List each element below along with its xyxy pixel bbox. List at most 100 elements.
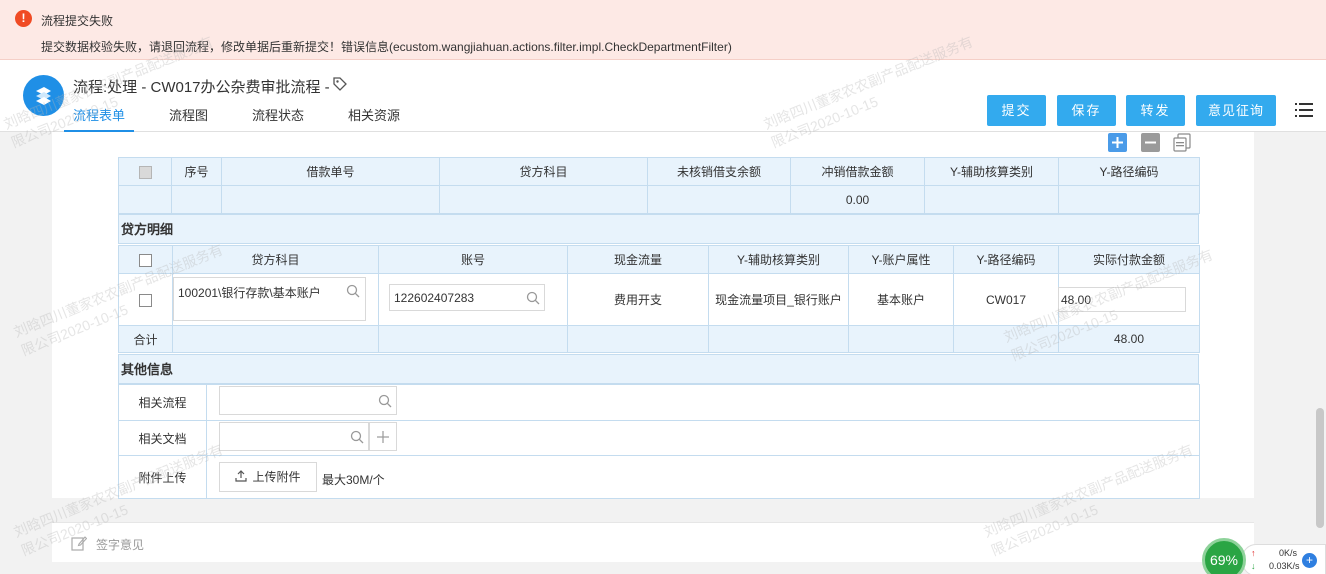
total-label: 合计 (118, 325, 173, 353)
network-monitor[interactable]: ↑ 0K/s ↓ 0.03K/s 69% + (1202, 538, 1326, 574)
download-speed: 0.03K/s (1269, 561, 1300, 571)
add-row-icon[interactable] (1108, 133, 1127, 152)
table-header: 序号 借款单号 贷方科目 未核销借支余额 冲销借款金额 Y-辅助核算类别 Y-路… (118, 157, 1200, 186)
tab-bar: 流程表单 流程图 流程状态 相关资源 (64, 106, 435, 132)
column-header: 贷方科目 (172, 245, 379, 274)
column-header: Y-账户属性 (848, 245, 954, 274)
table-header: 贷方科目 账号 现金流量 Y-辅助核算类别 Y-账户属性 Y-路径编码 实际付款… (118, 245, 1200, 274)
copy-row-icon[interactable] (1173, 133, 1192, 152)
table-row: 0.00 (118, 185, 1200, 214)
column-header: Y-路径编码 (1058, 157, 1200, 186)
search-icon[interactable] (378, 394, 392, 408)
loan-table: 序号 借款单号 贷方科目 未核销借支余额 冲销借款金额 Y-辅助核算类别 Y-路… (118, 157, 1200, 214)
table-cell (848, 325, 954, 353)
column-header: 冲销借款金额 (790, 157, 925, 186)
select-all-checkbox[interactable] (139, 253, 152, 267)
table-cell (647, 185, 791, 214)
max-size-note: 最大30M/个 (322, 473, 385, 487)
page-title: 流程:处理 - CW017办公杂费审批流程 - (73, 79, 330, 96)
column-header: 贷方科目 (439, 157, 648, 186)
logo-icon (36, 87, 51, 105)
subject-input[interactable]: 100201\银行存款\基本账户 (173, 277, 366, 321)
column-header: 现金流量 (567, 245, 709, 274)
related-doc-input[interactable] (219, 422, 369, 451)
row-select-cell (118, 273, 173, 326)
tab-flowchart[interactable]: 流程图 (160, 106, 217, 132)
attachment-label: 附件上传 (118, 455, 207, 499)
column-header: 未核销借支余额 (647, 157, 791, 186)
upload-label: 上传附件 (252, 470, 301, 484)
tab-resources[interactable]: 相关资源 (339, 106, 409, 132)
scrollbar-thumb[interactable] (1316, 408, 1324, 528)
related-doc-label: 相关文档 (118, 420, 207, 456)
column-header: Y-辅助核算类别 (924, 157, 1059, 186)
column-header: 借款单号 (221, 157, 440, 186)
column-header: 账号 (378, 245, 568, 274)
total-row: 合计 48.00 (118, 325, 1200, 353)
edit-icon (71, 536, 87, 551)
upload-speed: 0K/s (1279, 548, 1298, 558)
delete-row-icon[interactable] (1141, 133, 1160, 152)
column-header: Y-路径编码 (953, 245, 1059, 274)
account-value: 122602407283 (394, 291, 475, 305)
tag-icon[interactable] (332, 76, 348, 92)
column-header: 实际付款金额 (1058, 245, 1200, 274)
total-amount: 48.00 (1058, 325, 1200, 353)
add-doc-button[interactable] (369, 422, 397, 451)
select-all-cell (118, 157, 172, 186)
plus-icon (377, 431, 389, 443)
up-arrow-icon: ↑ (1251, 548, 1256, 558)
tab-form[interactable]: 流程表单 (64, 106, 135, 132)
path-code-cell: CW017 (953, 273, 1059, 326)
amount-value: 48.00 (1061, 293, 1092, 307)
tab-status[interactable]: 流程状态 (243, 106, 313, 132)
column-header: 序号 (171, 157, 222, 186)
account-input[interactable]: 122602407283 (389, 284, 545, 311)
table-cell (924, 185, 1059, 214)
search-icon[interactable] (350, 430, 364, 444)
select-all-checkbox[interactable] (138, 165, 152, 179)
table-cell (221, 185, 440, 214)
table-cell (953, 325, 1059, 353)
amount-input[interactable]: 48.00 (1058, 287, 1186, 312)
table-cell (708, 325, 849, 353)
app-logo (23, 75, 64, 116)
error-message: 提交数据校验失败，请退回流程，修改单据后重新提交！错误信息(ecustom.wa… (41, 40, 732, 54)
page-header: 流程:处理 - CW017办公杂费审批流程 - 流程表单 流程图 流程状态 相关… (0, 60, 1326, 132)
credit-section-title: 贷方明细 (118, 214, 1199, 244)
table-cell (378, 325, 568, 353)
menu-icon[interactable] (1295, 103, 1313, 117)
sign-placeholder: 签字意见 (96, 538, 145, 552)
upload-attachment-button[interactable]: 上传附件 (219, 462, 317, 492)
table-cell (171, 185, 222, 214)
table-cell (439, 185, 648, 214)
related-flow-label: 相关流程 (118, 384, 207, 421)
search-icon[interactable] (526, 291, 540, 305)
down-arrow-icon: ↓ (1251, 561, 1256, 571)
related-flow-input[interactable] (219, 386, 397, 415)
error-icon: ! (15, 10, 32, 27)
row-checkbox[interactable] (139, 293, 152, 307)
search-icon[interactable] (346, 284, 360, 298)
error-title: 流程提交失败 (41, 14, 114, 28)
sign-opinion-area[interactable]: 签字意见 (52, 522, 1254, 562)
other-section-title: 其他信息 (118, 354, 1199, 384)
table-cell (118, 185, 172, 214)
boost-plus-icon[interactable]: + (1302, 553, 1317, 568)
memory-gauge: 69% (1202, 538, 1246, 574)
save-button[interactable]: 保存 (1057, 95, 1116, 126)
table-cell (172, 325, 379, 353)
cash-flow-cell: 费用开支 (567, 273, 709, 326)
table-cell (567, 325, 709, 353)
subject-value: 100201\银行存款\基本账户 (178, 286, 321, 300)
opinion-button[interactable]: 意见征询 (1196, 95, 1276, 126)
error-banner: ! 流程提交失败 提交数据校验失败，请退回流程，修改单据后重新提交！错误信息(e… (0, 0, 1326, 60)
forward-button[interactable]: 转发 (1126, 95, 1185, 126)
upload-icon (235, 470, 248, 482)
aux-category-cell: 现金流量项目_银行账户 (708, 273, 849, 326)
select-all-cell (118, 245, 173, 274)
column-header: Y-辅助核算类别 (708, 245, 849, 274)
submit-button[interactable]: 提交 (987, 95, 1046, 126)
account-attr-cell: 基本账户 (848, 273, 954, 326)
table-cell (1058, 185, 1200, 214)
